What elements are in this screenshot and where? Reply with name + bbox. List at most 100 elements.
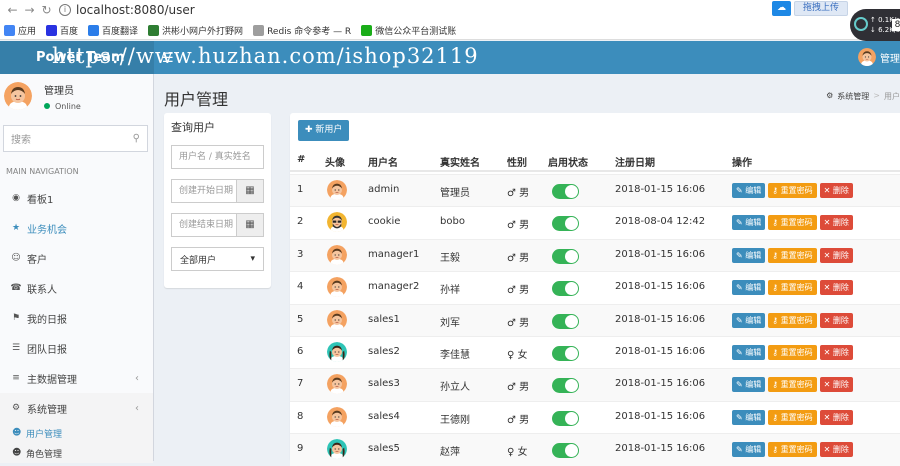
edit-button[interactable]: ✎ 编辑 (732, 183, 766, 198)
sidebar-item[interactable]: ☺ 客户 (0, 243, 153, 273)
female-icon: ♀ (507, 350, 518, 361)
sidebar-subitem[interactable]: ☻ 用户管理 (0, 423, 153, 443)
header-user-label: 管理 (880, 53, 900, 65)
status-toggle[interactable] (552, 216, 579, 232)
calendar-icon[interactable]: ▦ (236, 180, 263, 202)
search-icon[interactable]: ⚲ (133, 133, 140, 144)
user-filter-select[interactable]: 全部用户 ▾ (171, 247, 264, 271)
status-toggle[interactable] (552, 184, 579, 199)
row-actions: ✎ 编辑 ⚷ 重置密码 ✕ 删除 (732, 442, 853, 458)
bookmark-item[interactable]: 百度 (46, 24, 78, 37)
edit-button[interactable]: ✎ 编辑 (732, 215, 766, 231)
status-toggle[interactable] (552, 313, 579, 329)
status-toggle[interactable] (552, 410, 579, 426)
username-cell: sales1 (368, 313, 400, 325)
edit-button[interactable]: ✎ 编辑 (732, 247, 766, 263)
url-text[interactable]: localhost:8080/user (76, 3, 195, 17)
dashboard-icon: ◉ (12, 193, 20, 203)
delete-button[interactable]: ✕ 删除 (819, 183, 853, 198)
realname-cell: 王德刚 (440, 414, 470, 426)
gender-label: 男 (519, 188, 530, 199)
status-toggle[interactable] (552, 378, 579, 394)
action-label: 删除 (832, 348, 849, 357)
sidebar-item[interactable]: ☎ 联系人 (0, 273, 153, 303)
date-cell: 2018-01-15 16:06 (615, 248, 706, 260)
bookmark-item[interactable]: Redis 命令参考 — R (253, 24, 351, 37)
edit-button[interactable]: ✎ 编辑 (732, 280, 766, 296)
sidebar-search-placeholder: 搜索 (11, 135, 31, 146)
bookmark-item[interactable]: 百度翻译 (88, 24, 138, 37)
date-cell: 2018-01-15 16:06 (615, 346, 706, 357)
edit-button[interactable]: ✎ 编辑 (732, 377, 766, 393)
bookmark-item[interactable]: 洪彬小网户外打野网 (148, 24, 243, 37)
reset-password-button[interactable]: ⚷ 重置密码 (768, 312, 817, 328)
reset-password-button[interactable]: ⚷ 重置密码 (768, 215, 817, 231)
sidebar-item[interactable]: ⚑ 我的日报 (0, 303, 153, 333)
reset-password-button[interactable]: ⚷ 重置密码 (768, 377, 817, 393)
header-user-menu[interactable]: 管理 (858, 48, 900, 66)
delete-button[interactable]: ✕ 删除 (819, 377, 853, 393)
delete-button[interactable]: ✕ 删除 (819, 312, 853, 328)
sidebar-subitem[interactable]: ☻ 角色管理 (0, 443, 153, 463)
forward-icon[interactable]: → (21, 3, 38, 17)
info-icon[interactable]: i (59, 4, 71, 16)
breadcrumb-home-icon: ⚙ (826, 91, 834, 100)
sidebar-item[interactable]: ◉ 看板1 (0, 183, 153, 213)
drag-upload-button[interactable]: 拖拽上传 (793, 1, 848, 16)
keyword-input[interactable]: 用户名 / 真实姓名 (171, 145, 264, 169)
sidebar-item[interactable]: ☰ 团队日报 (0, 333, 153, 363)
action-label: 编辑 (745, 315, 762, 325)
reset-password-button[interactable]: ⚷ 重置密码 (768, 280, 817, 296)
delete-button[interactable]: ✕ 删除 (819, 247, 853, 263)
sidebar-item[interactable]: ⚙ 系统管理 ‹ (0, 393, 153, 423)
delete-button[interactable]: ✕ 删除 (819, 409, 853, 425)
status-toggle[interactable] (552, 346, 579, 361)
reset-password-button[interactable]: ⚷ 重置密码 (768, 247, 817, 263)
row-index: 3 (297, 248, 304, 260)
calendar-icon[interactable]: ▦ (236, 214, 263, 236)
gender-cell: ♂ 男 (507, 411, 529, 426)
edit-button[interactable]: ✎ 编辑 (732, 345, 766, 360)
reset-password-button[interactable]: ⚷ 重置密码 (768, 345, 817, 360)
action-label: 删除 (832, 218, 849, 228)
sidebar-search-input[interactable]: 搜索 ⚲ (3, 125, 148, 152)
url-box[interactable]: i localhost:8080/user (59, 1, 195, 19)
edit-button[interactable]: ✎ 编辑 (732, 409, 766, 425)
end-date-placeholder: 创建结束日期 (179, 220, 234, 230)
breadcrumb-root[interactable]: 系统管理 (837, 91, 869, 102)
status-toggle[interactable] (552, 248, 579, 264)
start-date-input[interactable]: 创建开始日期 ▦ (171, 179, 264, 203)
delete-button[interactable]: ✕ 删除 (819, 215, 853, 231)
cloud-icon[interactable]: ☁ (771, 1, 791, 16)
reload-icon[interactable]: ↻ (38, 3, 55, 17)
reset-password-button[interactable]: ⚷ 重置密码 (768, 442, 817, 458)
bookmark-item[interactable]: 微信公众平台测试账 (361, 24, 456, 37)
reset-password-button[interactable]: ⚷ 重置密码 (768, 409, 817, 425)
add-user-button[interactable]: ✚ 新用户 (298, 120, 350, 141)
sidebar-menu: ◉ 看板1 ★ 业务机会 ☺ 客户 ☎ 联系人 ⚑ 我的日报 ☰ 团队日报 ≡ 主数据管理 ‹ ⚙ 系统管理 ‹ ☻… (0, 183, 153, 463)
delete-button[interactable]: ✕ 删除 (819, 442, 853, 458)
status-toggle[interactable] (552, 281, 579, 297)
action-label: 重置密码 (780, 315, 813, 325)
online-dot-icon (44, 103, 50, 109)
gender-label: 男 (519, 285, 530, 297)
realname-cell: 孙立人 (440, 382, 470, 394)
edit-button[interactable]: ✎ 编辑 (732, 312, 766, 328)
pencil-icon: ✎ (736, 283, 746, 293)
reset-password-button[interactable]: ⚷ 重置密码 (768, 183, 817, 198)
delete-button[interactable]: ✕ 删除 (819, 280, 853, 296)
status-toggle[interactable] (552, 443, 579, 459)
end-date-input[interactable]: 创建结束日期 ▦ (171, 213, 264, 237)
sidebar-item[interactable]: ≡ 主数据管理 ‹ (0, 363, 153, 393)
male-icon: ♂ (507, 317, 520, 329)
delete-button[interactable]: ✕ 删除 (819, 345, 853, 360)
row-actions: ✎ 编辑 ⚷ 重置密码 ✕ 删除 (732, 183, 853, 198)
gender-cell: ♂ 男 (507, 216, 529, 231)
pencil-icon: ✎ (736, 315, 746, 325)
date-cell: 2018-01-15 16:06 (615, 281, 706, 293)
sidebar-item[interactable]: ★ 业务机会 (0, 213, 153, 243)
bookmark-item[interactable]: 应用 (4, 24, 36, 37)
back-icon[interactable]: ← (4, 3, 21, 17)
username-cell: admin (368, 184, 400, 195)
edit-button[interactable]: ✎ 编辑 (732, 442, 766, 458)
